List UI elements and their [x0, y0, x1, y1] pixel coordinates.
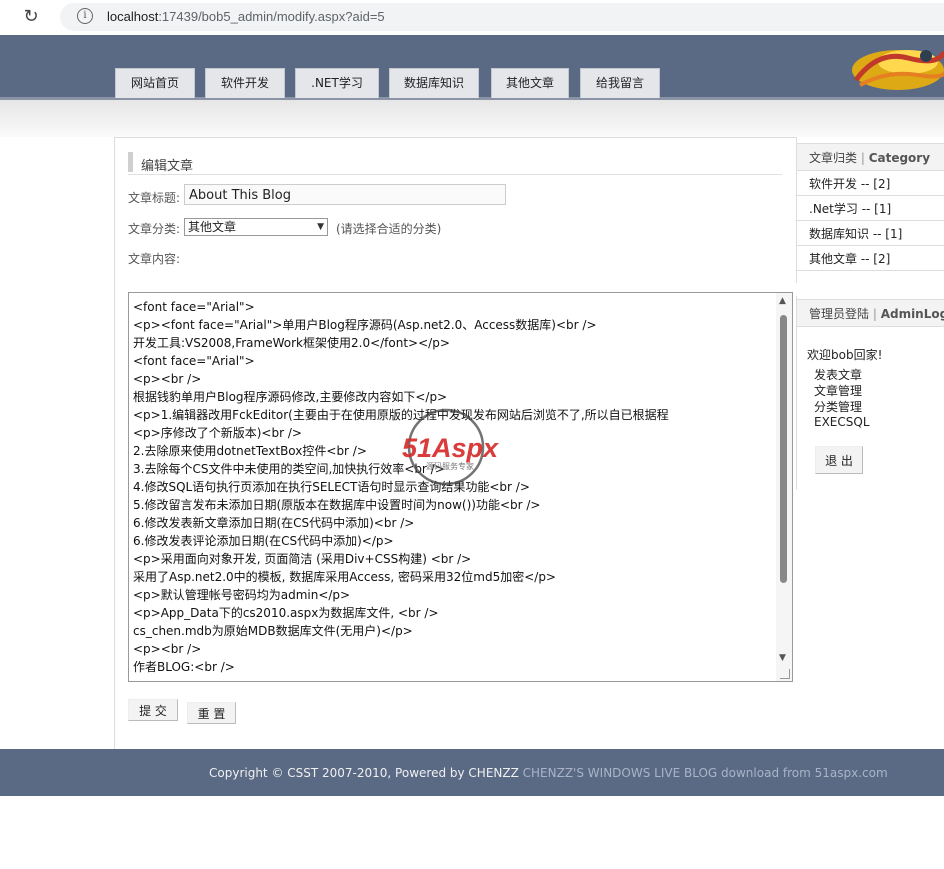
divider: [797, 270, 944, 271]
section-header: 编辑文章: [128, 150, 782, 175]
scroll-up-icon[interactable]: ▲: [779, 296, 786, 306]
admin-link-post[interactable]: 发表文章: [814, 366, 862, 383]
footer-text: Copyright © CSST 2007-2010, Powered by C…: [209, 766, 888, 780]
content-line: <p>默认管理帐号密码均为admin</p>: [133, 588, 351, 602]
admin-header: 管理员登陆 | AdminLogin: [797, 299, 944, 327]
content-line: <font face="Arial">: [133, 300, 255, 314]
admin-header-cn: 管理员登陆: [809, 307, 870, 321]
header-gradient: [0, 100, 944, 137]
content-line: 6.修改发表评论添加日期(在CS代码中添加)</p>: [133, 534, 394, 548]
vertical-scrollbar[interactable]: ▲ ▼: [776, 293, 792, 681]
title-label: 文章标题:: [128, 191, 181, 205]
nav-home[interactable]: 网站首页: [115, 68, 195, 98]
nav-guestbook[interactable]: 给我留言: [580, 68, 660, 98]
content-line: 4.修改SQL语句执行页添加在执行SELECT语句时显示查询结果功能<br />: [133, 480, 530, 494]
admin-link-execsql[interactable]: EXECSQL: [814, 415, 870, 429]
welcome-text: 欢迎bob回家!: [807, 348, 883, 362]
category-header: 文章归类 | Category: [797, 143, 944, 171]
content-line: 开发工具:VS2008,FrameWork框架使用2.0</font></p>: [133, 336, 450, 350]
submit-button[interactable]: 提 交: [128, 699, 178, 721]
content-line: <p><font face="Arial">单用户Blog程序源码(Asp.ne…: [133, 318, 597, 332]
sidebar-admin-panel: 管理员登陆 | AdminLogin 欢迎bob回家! 发表文章 文章管理 分类…: [796, 296, 944, 490]
content-line: cs_chen.mdb为原始MDB数据库文件(无用户)</p>: [133, 624, 413, 638]
category-hint: (请选择合适的分类): [336, 222, 442, 236]
resize-grip-icon[interactable]: [780, 669, 790, 679]
content-text: <font face="Arial"> <p><font face="Arial"…: [133, 298, 774, 676]
content-line: <p>App_Data下的cs2010.aspx为数据库文件, <br />: [133, 606, 439, 620]
nav-software-dev[interactable]: 软件开发: [205, 68, 285, 98]
content-line: <p>序修改了个新版本)<br />: [133, 426, 302, 440]
content-line: 根据钱豹单用户Blog程序源码修改,主要修改内容如下</p>: [133, 390, 448, 404]
content-line: 6.修改发表新文章添加日期(在CS代码中添加)<br />: [133, 516, 415, 530]
category-header-en: Category: [868, 151, 931, 165]
content-line: 5.修改留言发布未添加日期(原版本在数据库中设置时间为now())功能<br /…: [133, 498, 541, 512]
admin-link-articles[interactable]: 文章管理: [814, 382, 862, 399]
content-line: <p><br />: [133, 372, 202, 386]
content-label: 文章内容:: [128, 252, 181, 266]
nav-other-articles[interactable]: 其他文章: [491, 68, 569, 98]
divider: [797, 195, 944, 196]
divider: [797, 245, 944, 246]
content-line: <p><br />: [133, 642, 202, 656]
footer-tagline[interactable]: CHENZZ'S WINDOWS LIVE BLOG download from…: [523, 766, 888, 780]
browser-toolbar: ↻ i localhost:17439/bob5_admin/modify.as…: [0, 0, 944, 35]
divider: [797, 220, 944, 221]
reset-button[interactable]: 重 置: [187, 702, 236, 724]
chevron-down-icon: ▼: [317, 222, 324, 232]
content-line: 3.去除每个CS文件中未使用的类空间,加快执行效率<br />: [133, 462, 445, 476]
reload-icon[interactable]: ↻: [20, 6, 42, 28]
section-marker: [128, 152, 133, 172]
content-line: 作者BLOG:<br />: [133, 660, 235, 674]
nav-database[interactable]: 数据库知识: [389, 68, 479, 98]
section-title: 编辑文章: [141, 159, 194, 174]
sidebar-category-dotnet[interactable]: .Net学习 -- [1]: [809, 200, 891, 217]
content-textarea[interactable]: <font face="Arial"> <p><font face="Arial"…: [128, 292, 793, 682]
sidebar-category-panel: 文章归类 | Category 软件开发 -- [2] .Net学习 -- [1…: [796, 137, 944, 283]
sidebar-category-other[interactable]: 其他文章 -- [2]: [809, 250, 890, 267]
site-logo: [852, 50, 944, 90]
nav-dotnet[interactable]: .NET学习: [295, 68, 379, 98]
scroll-down-icon[interactable]: ▼: [779, 653, 786, 663]
category-selected: 其他文章: [188, 220, 237, 234]
url-text[interactable]: localhost:17439/bob5_admin/modify.aspx?a…: [107, 9, 385, 24]
category-header-cn: 文章归类: [809, 151, 858, 165]
content-line: <p>1.编辑器改用FckEditor(主要由于在使用原版的过程中发现发布网站后…: [133, 408, 669, 422]
category-select[interactable]: 其他文章 ▼: [184, 218, 328, 236]
title-input[interactable]: About This Blog: [184, 184, 506, 205]
content-line: <p>采用面向对象开发, 页面简洁 (采用Div+CSS构建) <br />: [133, 552, 472, 566]
footer-copyright: Copyright © CSST 2007-2010, Powered by C…: [209, 766, 519, 780]
logout-button[interactable]: 退 出: [815, 446, 863, 474]
admin-link-categories[interactable]: 分类管理: [814, 398, 862, 415]
content-line: 2.去除原来使用dotnetTextBox控件<br />: [133, 444, 367, 458]
scroll-thumb[interactable]: [780, 315, 787, 583]
sidebar-category-database[interactable]: 数据库知识 -- [1]: [809, 225, 902, 242]
sidebar-category-software[interactable]: 软件开发 -- [2]: [809, 175, 890, 192]
category-label: 文章分类:: [128, 222, 181, 236]
admin-header-en: AdminLogin: [880, 307, 944, 321]
content-line: 采用了Asp.net2.0中的模板, 数据库采用Access, 密码采用32位m…: [133, 570, 556, 584]
content-line: <font face="Arial">: [133, 354, 255, 368]
info-icon[interactable]: i: [77, 8, 93, 24]
